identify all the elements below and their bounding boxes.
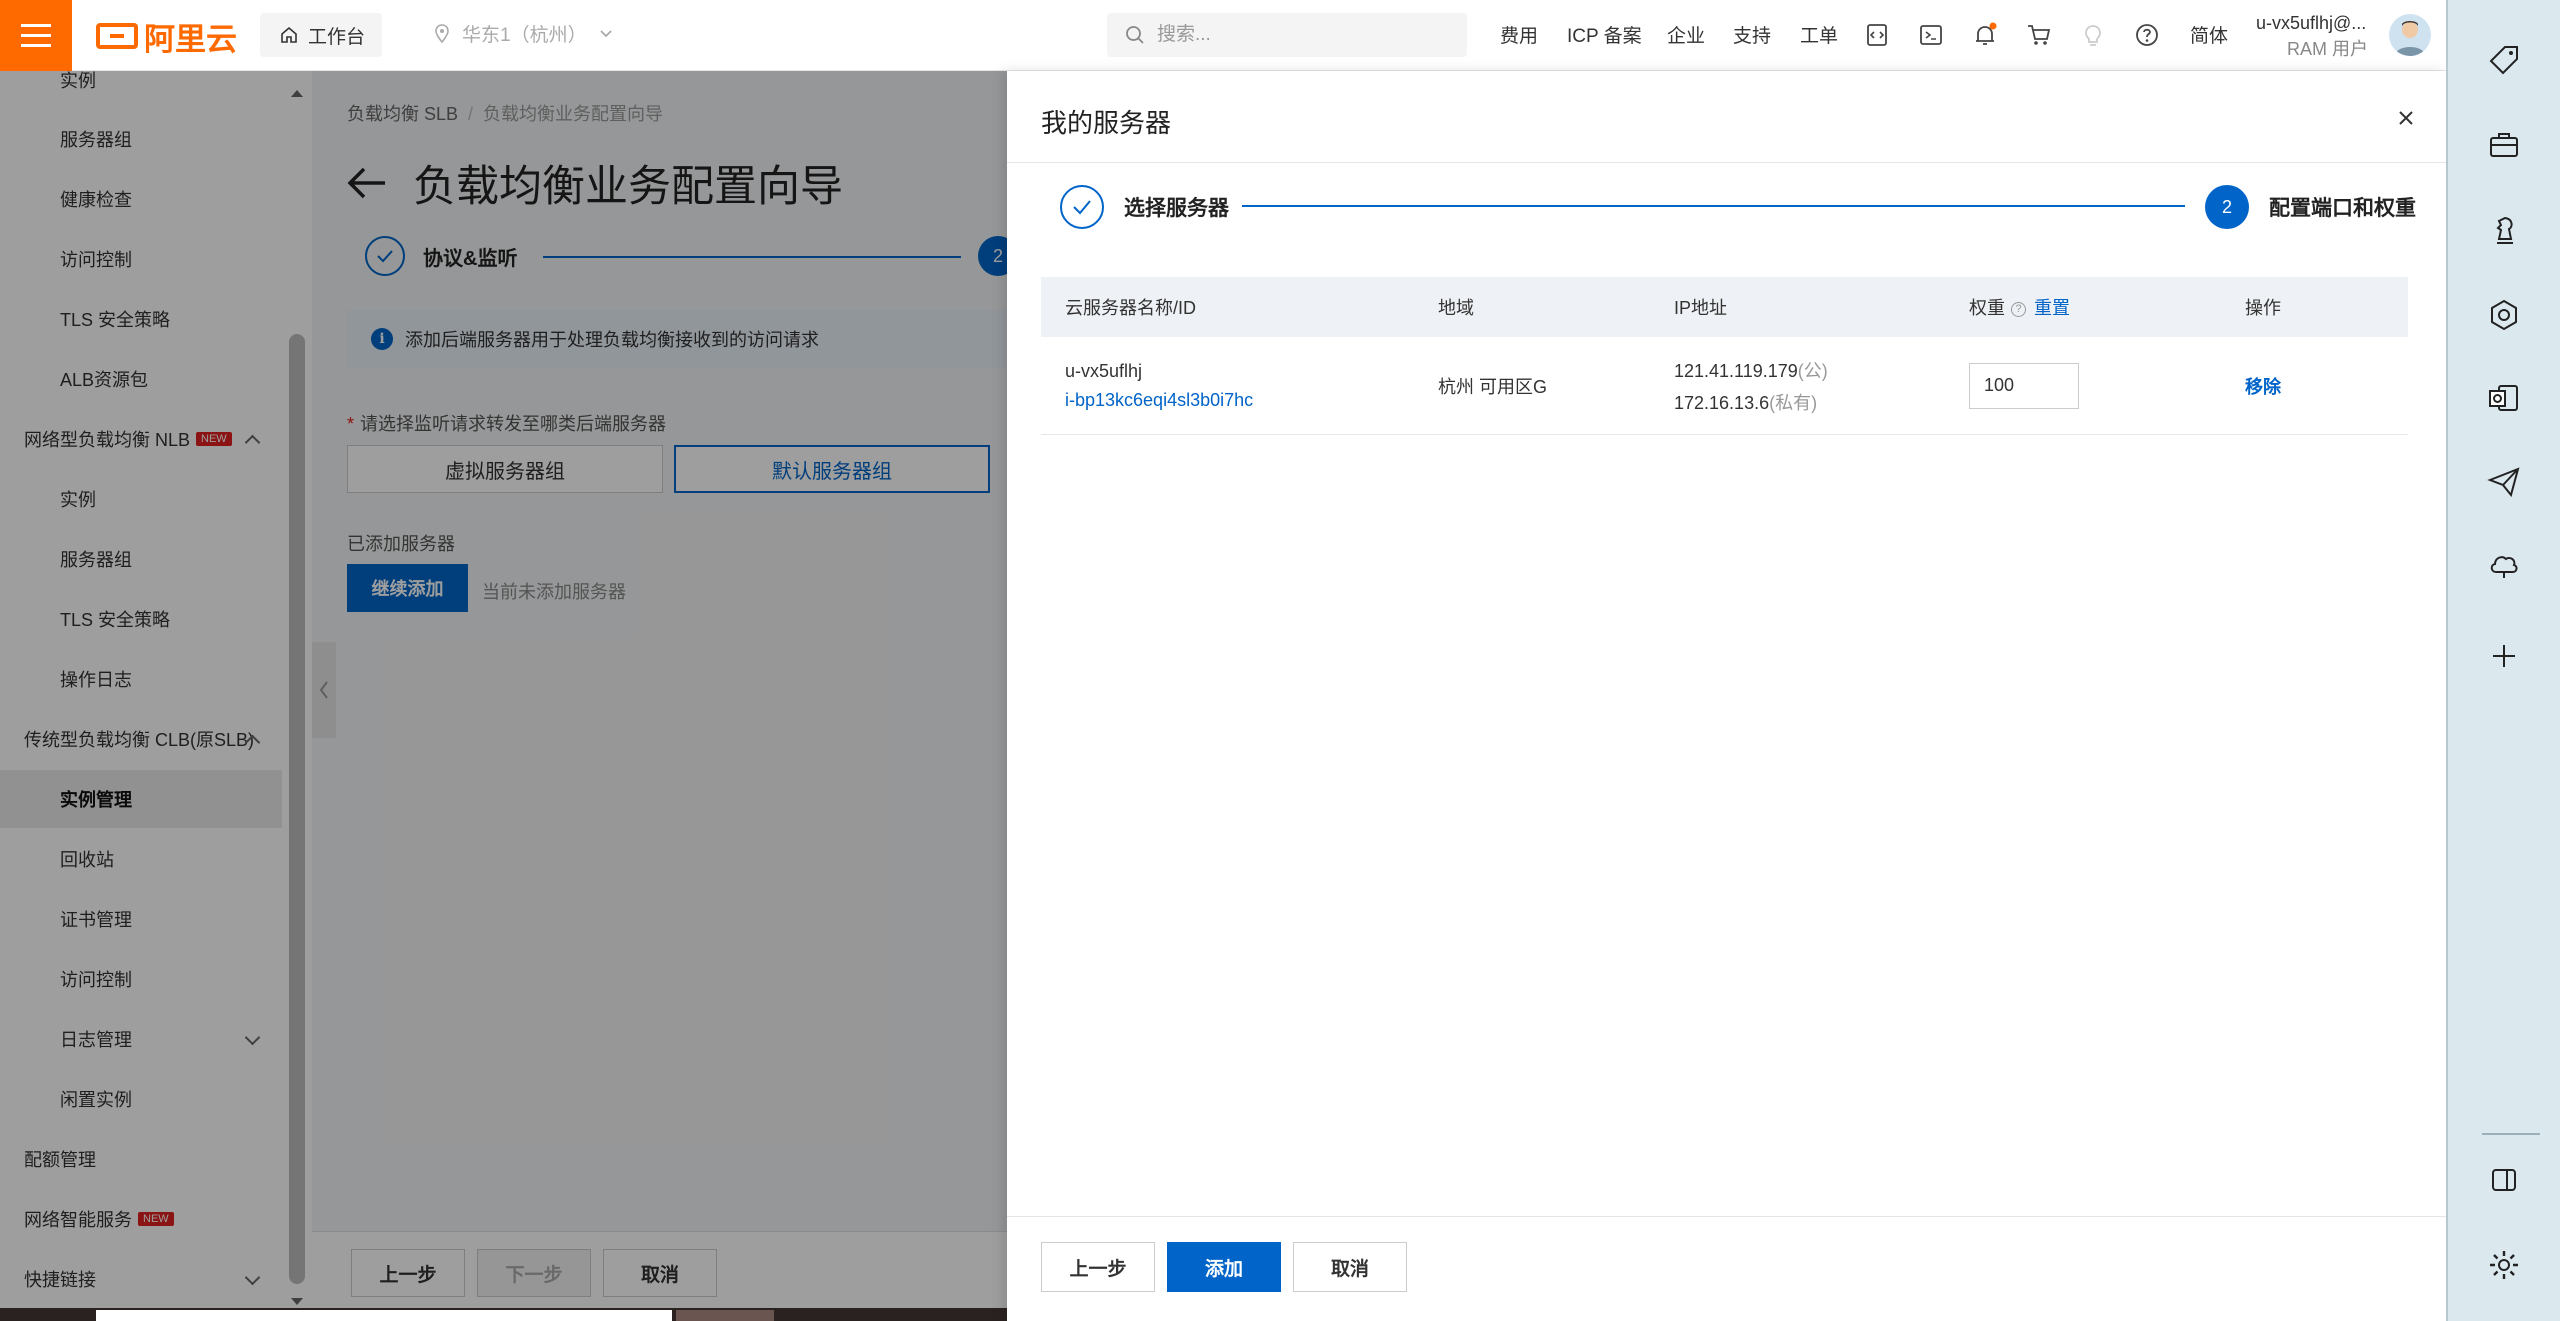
workbench-button[interactable]: 工作台: [260, 13, 382, 57]
server-id-link[interactable]: i-bp13kc6eqi4sl3b0i7hc: [1065, 390, 1438, 411]
weight-cell: [1969, 362, 2245, 409]
menu-icon[interactable]: [0, 0, 72, 71]
help-icon[interactable]: [2132, 20, 2162, 50]
header-action: 操作: [2245, 298, 2281, 318]
user-role: RAM 用户: [2287, 39, 2368, 59]
header-weight: 权重? 重置: [1969, 294, 2245, 320]
region-label: 华东1（杭州）: [462, 25, 587, 46]
private-ip: 172.16.13.6: [1674, 392, 1770, 413]
bell-icon[interactable]: [1970, 20, 2000, 50]
header-region: 地域: [1438, 298, 1474, 318]
user-info[interactable]: u-vx5uflhj@... RAM 用户: [2256, 10, 2368, 62]
taskbar-strip: [0, 1308, 1007, 1321]
remove-link[interactable]: 移除: [2245, 377, 2281, 397]
chevron-down-icon: [599, 29, 612, 37]
check-icon: [1060, 185, 1104, 229]
drawer-add-button[interactable]: 添加: [1167, 1242, 1281, 1292]
drawer-step-2: 2 配置端口和权重: [2205, 185, 2416, 229]
private-ip-tag: (私有): [1769, 392, 1818, 413]
my-servers-drawer: 我的服务器 选择服务器 2 配置端口和权重 云服务器名称/ID 地域 IP地址 …: [1007, 71, 2446, 1321]
header-ip: IP地址: [1674, 298, 1728, 318]
sidebar-toggle-icon[interactable]: [2484, 1160, 2524, 1200]
search-box[interactable]: [1107, 13, 1467, 57]
language-switch[interactable]: 简体: [2190, 21, 2228, 48]
drawer-step-2-circle: 2: [2205, 185, 2249, 229]
drawer-prev-button[interactable]: 上一步: [1041, 1242, 1155, 1292]
modal-overlay[interactable]: [0, 71, 1007, 1321]
drawer-cancel-button[interactable]: 取消: [1293, 1242, 1407, 1292]
workbench-label: 工作台: [308, 26, 366, 48]
location-icon: [435, 23, 449, 43]
table-row: u-vx5uflhj i-bp13kc6eqi4sl3b0i7hc 杭州 可用区…: [1041, 337, 2408, 435]
hexagon-icon[interactable]: [2484, 295, 2524, 335]
drawer-progress-line: [1242, 205, 2185, 207]
help-icon[interactable]: ?: [2011, 301, 2026, 317]
rail-divider: [2482, 1133, 2540, 1135]
chess-icon[interactable]: [2484, 210, 2524, 250]
right-rail: [2446, 0, 2560, 1321]
drawer-step-1-label: 选择服务器: [1124, 197, 1229, 220]
nav-icp[interactable]: ICP 备案: [1567, 21, 1642, 48]
cart-icon[interactable]: [2024, 20, 2054, 50]
nav-billing[interactable]: 费用: [1500, 21, 1538, 48]
drawer-title: 我的服务器: [1041, 108, 1172, 138]
header-weight-label: 权重: [1969, 298, 2005, 318]
drawer-header: 我的服务器: [1007, 71, 2446, 163]
cloud-icon[interactable]: [2484, 545, 2524, 585]
nav-support[interactable]: 支持: [1733, 21, 1771, 48]
drawer-step-1: 选择服务器: [1060, 185, 1229, 229]
user-name: u-vx5uflhj@...: [2256, 13, 2367, 33]
public-ip: 121.41.119.179: [1674, 360, 1798, 381]
server-table: 云服务器名称/ID 地域 IP地址 权重? 重置 操作 u-vx5uflhj i-…: [1041, 277, 2408, 435]
plus-icon[interactable]: [2484, 636, 2524, 676]
outlook-icon[interactable]: [2484, 378, 2524, 418]
home-icon: [281, 26, 297, 43]
lightbulb-icon[interactable]: [2078, 20, 2108, 50]
logo-text: 阿里云: [144, 21, 237, 57]
search-input[interactable]: [1157, 24, 1437, 46]
toolbox-icon[interactable]: [2484, 125, 2524, 165]
aliyun-logo[interactable]: 阿里云: [96, 16, 237, 57]
top-bar: 阿里云 工作台 华东1（杭州） 费用 ICP 备案 企业 支持 工单 简体 u-…: [0, 0, 2446, 71]
weight-input[interactable]: [1969, 362, 2079, 409]
public-ip-tag: (公): [1797, 360, 1828, 381]
settings-icon[interactable]: [2484, 1245, 2524, 1285]
nav-enterprise[interactable]: 企业: [1667, 21, 1705, 48]
tag-icon[interactable]: [2484, 40, 2524, 80]
search-icon: [1126, 26, 1144, 44]
header-name: 云服务器名称/ID: [1065, 298, 1197, 318]
server-name: u-vx5uflhj: [1065, 360, 1143, 381]
send-icon[interactable]: [2484, 462, 2524, 502]
close-icon[interactable]: [2391, 103, 2421, 133]
server-ip-cell: 121.41.119.179(公) 172.16.13.6(私有): [1674, 357, 1969, 415]
server-zone: 杭州 可用区G: [1438, 376, 1548, 397]
region-selector[interactable]: 华东1（杭州）: [434, 20, 613, 47]
drawer-step-2-label: 配置端口和权重: [2269, 197, 2416, 220]
table-header: 云服务器名称/ID 地域 IP地址 权重? 重置 操作: [1041, 277, 2408, 337]
avatar[interactable]: [2389, 14, 2431, 56]
terminal-icon[interactable]: [1916, 20, 1946, 50]
action-cell: 移除: [2245, 373, 2408, 399]
logo-mark: [96, 23, 138, 49]
code-icon[interactable]: [1862, 20, 1892, 50]
server-name-cell: u-vx5uflhj i-bp13kc6eqi4sl3b0i7hc: [1041, 361, 1438, 411]
nav-ticket[interactable]: 工单: [1800, 21, 1838, 48]
reset-weight-link[interactable]: 重置: [2034, 298, 2070, 318]
